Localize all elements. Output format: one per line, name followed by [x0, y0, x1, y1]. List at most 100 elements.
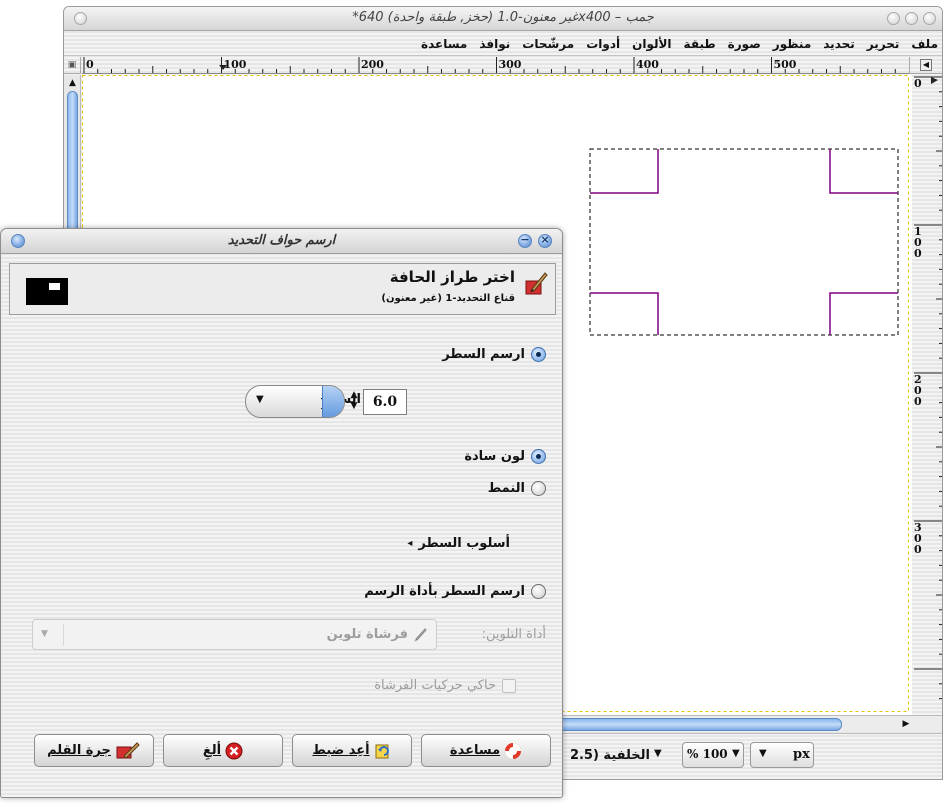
paint-tool-row: أداة التلوين: فرشاة تلوين ▼	[32, 619, 546, 652]
quick-mask-toggle-icon[interactable]: ▣	[64, 57, 81, 74]
zoom-selector-value: 100 %	[687, 747, 728, 761]
window-zoom-dot[interactable]	[923, 12, 936, 25]
menu-filters[interactable]: مرشّحات	[522, 37, 574, 51]
stroked-selection-marks	[590, 149, 898, 335]
window-minimize-dot[interactable]	[905, 12, 918, 25]
solid-color-option[interactable]: لون سادة	[464, 449, 546, 464]
close-icon: ×	[540, 233, 550, 246]
reset-icon	[375, 744, 389, 758]
dialog-close-button[interactable]: ×	[538, 233, 552, 248]
menu-colors[interactable]: الألوان	[632, 37, 671, 51]
unit-selector[interactable]: px ▼	[750, 742, 814, 768]
menu-layer[interactable]: طبقة	[684, 37, 716, 51]
help-button-label: مساعدة	[449, 743, 501, 758]
scroll-up-arrow-icon[interactable]: ▲	[66, 77, 79, 89]
emulate-dynamics-checkbox[interactable]	[502, 678, 516, 693]
pattern-label: النمط	[487, 481, 525, 496]
solid-color-label: لون سادة	[464, 449, 525, 464]
chevron-down-icon: ▼	[41, 629, 48, 639]
ruler-label: 0	[914, 395, 922, 408]
menu-view[interactable]: منظور	[773, 37, 811, 51]
line-style-expander[interactable]: أسلوب السطر ◂	[407, 536, 510, 551]
chevron-down-icon: ▼	[759, 748, 767, 759]
ruler-label: 0	[914, 543, 922, 556]
dialog-button-row: مساعدة أعِد ضبط ألغِ جرة القلم	[1, 734, 562, 774]
window-shade-dot[interactable]	[887, 12, 900, 25]
ruler-label: 0	[86, 58, 94, 71]
dialog-header: اختر طراز الحافة قناع التحديد-1 (غير معن…	[9, 263, 556, 315]
ruler-label: 100	[224, 58, 247, 71]
paint-tool-value: فرشاة تلوين	[326, 627, 408, 642]
status-layer-text: الخلفية (2.5	[569, 748, 650, 763]
selection-outline	[589, 148, 899, 336]
paint-tool-label: أداة التلوين:	[481, 627, 546, 642]
stroke-brush-icon	[116, 741, 140, 759]
combo-separator	[63, 624, 64, 646]
expander-triangle-icon: ◂	[407, 538, 413, 549]
pattern-option[interactable]: النمط	[488, 481, 546, 496]
chevron-down-icon: ▼	[732, 748, 740, 759]
emulate-dynamics-label: حاكي حركيات الفرشاة	[374, 678, 496, 693]
stroke-line-label: ارسم السطر	[442, 347, 525, 362]
help-button[interactable]: مساعدة	[421, 734, 551, 767]
menu-file[interactable]: ملف	[911, 37, 938, 51]
line-width-input[interactable]: 6.0	[363, 389, 407, 415]
reset-button-label: أعِد ضبط	[312, 743, 370, 758]
line-width-stepper[interactable]: ▲ ▼	[347, 390, 361, 414]
ruler-pointer-icon	[931, 77, 938, 84]
vertical-ruler[interactable]: 0100200300	[912, 75, 942, 715]
unit-selector-value: px	[793, 747, 810, 762]
menu-arrow-button[interactable]: ◀	[909, 57, 942, 74]
ruler-label: 0	[914, 77, 922, 90]
zoom-selector[interactable]: 100 % ▼	[682, 742, 744, 768]
menu-tools[interactable]: أدوات	[586, 37, 620, 51]
chevron-down-icon: ▼	[256, 394, 264, 405]
scroll-right-arrow-icon[interactable]: ▶	[900, 718, 912, 730]
unit-select-highlight	[322, 386, 344, 417]
line-style-label: أسلوب السطر	[418, 536, 510, 551]
cancel-button[interactable]: ألغِ	[163, 734, 283, 767]
horizontal-ruler-ticks: 0 100 200 300 400 500	[83, 57, 896, 73]
image-window-titlebar[interactable]: *غير معنون-1.0 (حخز, طبقة واحدة) 640x400…	[64, 7, 942, 31]
cancel-button-label: ألغِ	[202, 743, 222, 758]
minus-icon: −	[520, 233, 530, 246]
menubar: ملف تحرير تحديد منظور صورة طبقة الألوان …	[64, 32, 942, 56]
stroke-with-tool-option[interactable]: ارسم السطر بأداة الرسم	[364, 584, 546, 599]
horizontal-ruler[interactable]: 0 100 200 300 400 500	[82, 57, 910, 74]
ruler-label: 400	[636, 58, 659, 71]
stroke-with-tool-label: ارسم السطر بأداة الرسم	[364, 584, 525, 599]
menu-edit[interactable]: تحرير	[867, 37, 900, 51]
ruler-label: 500	[774, 58, 797, 71]
menu-image[interactable]: صورة	[728, 37, 761, 51]
menu-select[interactable]: تحديد	[823, 37, 855, 51]
status-arrow-icon[interactable]: ▼	[654, 748, 662, 759]
vertical-ruler-ticks: 0100200300	[914, 76, 942, 700]
ruler-label: 300	[499, 58, 522, 71]
image-window-title: *غير معنون-1.0 (حخز, طبقة واحدة) 640x400…	[352, 10, 654, 25]
reset-button[interactable]: أعِد ضبط	[292, 734, 412, 767]
selection-preview-thumbnail	[26, 278, 68, 305]
stroke-button-label: جرة القلم	[47, 743, 111, 758]
dialog-shade-button[interactable]: −	[518, 233, 532, 248]
line-width-unit-select[interactable]: ▼ px	[245, 385, 345, 418]
paint-tool-select[interactable]: فرشاة تلوين ▼	[32, 619, 437, 650]
stroke-selection-dialog: ارسم حواف التحديد − × اختر طراز الحافة ق…	[0, 228, 563, 798]
pattern-radio[interactable]	[531, 481, 546, 496]
menu-help[interactable]: مساعدة	[421, 37, 467, 51]
menu-windows[interactable]: نوافذ	[479, 37, 510, 51]
solid-color-radio[interactable]	[531, 449, 546, 464]
dialog-header-subtitle: قناع التحديد-1 (غير معنون)	[381, 293, 515, 304]
menu-arrow-icon: ◀	[920, 59, 932, 71]
lifebuoy-icon	[505, 742, 522, 759]
cancel-icon	[225, 742, 243, 759]
emulate-dynamics-option[interactable]: حاكي حركيات الفرشاة	[374, 678, 516, 693]
ruler-label: 0	[914, 247, 922, 260]
dialog-titlebar[interactable]: ارسم حواف التحديد − ×	[1, 229, 562, 254]
stroke-line-radio[interactable]	[531, 347, 546, 362]
stroke-button[interactable]: جرة القلم	[34, 734, 154, 767]
stroke-brush-icon	[525, 272, 548, 295]
paintbrush-icon	[414, 627, 427, 642]
stroke-with-tool-radio[interactable]	[531, 584, 546, 599]
stroke-line-option[interactable]: ارسم السطر	[442, 347, 546, 362]
dialog-header-title: اختر طراز الحافة	[389, 268, 515, 286]
